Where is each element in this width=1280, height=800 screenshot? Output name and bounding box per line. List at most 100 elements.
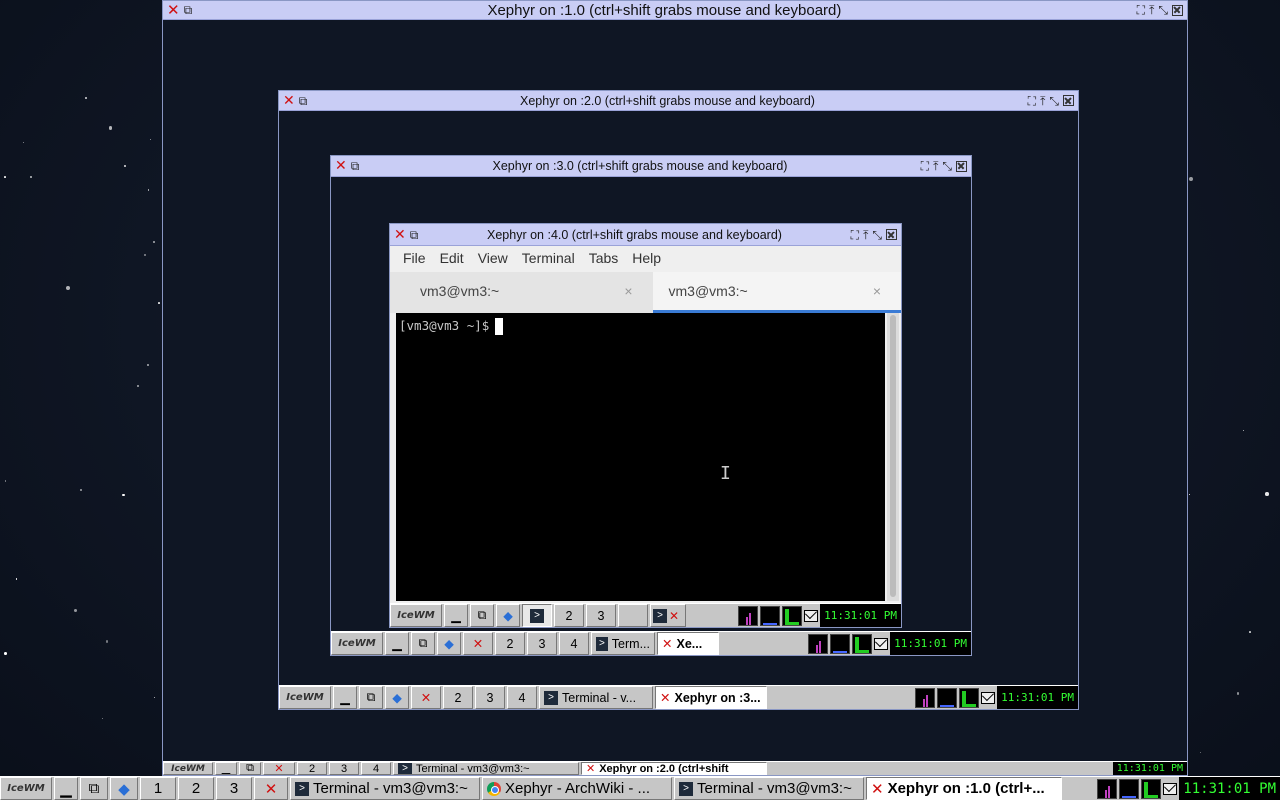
workspace-button-3[interactable]: 3 (329, 762, 359, 775)
workspace-button-4[interactable]: 4 (559, 632, 589, 655)
terminal-output[interactable]: [vm3@vm3 ~]$ (396, 313, 885, 601)
restore-icon[interactable]: ⧉ (184, 4, 193, 16)
xephyr-app-icon[interactable]: ✕ (283, 93, 295, 109)
launcher-icon[interactable]: ◆ (437, 632, 461, 655)
workspace-button-2[interactable]: 2 (495, 632, 525, 655)
xephyr-launcher-button[interactable]: ✕ (411, 686, 441, 709)
window-list-button[interactable]: ⧉ (80, 777, 108, 800)
start-menu-button[interactable]: IceWM (163, 762, 213, 775)
launcher-icon[interactable]: ◆ (496, 604, 520, 627)
tab-close-icon[interactable]: × (624, 283, 632, 299)
clock[interactable]: 11:31:01 PM (820, 604, 901, 627)
xephyr-launcher-button[interactable]: ✕ (463, 632, 493, 655)
start-menu-button[interactable]: IceWM (279, 686, 331, 709)
launcher-icon[interactable]: ◆ (110, 777, 138, 800)
minimize-icon[interactable]: ⤡ (1049, 95, 1059, 107)
workspace-button-3[interactable]: 3 (475, 686, 505, 709)
close-icon[interactable] (1063, 95, 1074, 106)
window-1-titlebar[interactable]: ✕ ⧉ Xephyr on :1.0 (ctrl+shift grabs mou… (163, 1, 1187, 20)
workspace-button-2[interactable]: 2 (297, 762, 327, 775)
workspace-button-2[interactable]: 2 (443, 686, 473, 709)
show-desktop-button[interactable]: ▁ (215, 762, 237, 775)
mail-icon[interactable] (1163, 782, 1178, 795)
clock[interactable]: 11:31:01 PM (1179, 777, 1280, 800)
minimize-icon[interactable]: ⤡ (1158, 4, 1168, 16)
close-icon[interactable] (886, 229, 897, 240)
task-button-terminal-2[interactable]: > Terminal - vm3@vm3:~ (674, 777, 864, 800)
task-button-xephyr[interactable]: ✕ Xephyr on :1.0 (ctrl+... (866, 777, 1062, 800)
terminal-scrollbar[interactable] (887, 313, 899, 601)
fullscreen-icon[interactable]: ⛶ (1028, 95, 1036, 107)
fullscreen-icon[interactable]: ⛶ (851, 229, 859, 241)
workspace-button-2[interactable]: 2 (178, 777, 214, 800)
terminal-tab-1[interactable]: vm3@vm3:~ × (390, 272, 653, 313)
raise-icon[interactable]: ⤒ (863, 229, 868, 241)
task-button-browser[interactable]: Xephyr - ArchWiki - ... (482, 777, 672, 800)
terminal-launcher-button[interactable]: > (522, 604, 552, 627)
restore-icon[interactable]: ⧉ (299, 95, 308, 107)
clock[interactable]: 11:31:01 PM (1112, 762, 1187, 775)
fullscreen-icon[interactable]: ⛶ (1137, 4, 1145, 16)
mail-icon[interactable] (981, 691, 996, 704)
clock[interactable]: 11:31:01 PM (997, 686, 1078, 709)
workspace-button-3[interactable]: 3 (586, 604, 616, 627)
close-icon[interactable] (956, 160, 967, 172)
raise-icon[interactable]: ⤒ (1149, 4, 1154, 16)
xephyr-app-icon[interactable]: ✕ (335, 158, 347, 174)
raise-icon[interactable]: ⤒ (1040, 95, 1045, 107)
workspace-button-3[interactable]: 3 (216, 777, 252, 800)
restore-icon[interactable]: ⧉ (351, 160, 360, 172)
task-button-xephyr[interactable]: ✕ Xephyr on :3... (655, 686, 767, 709)
xephyr-launcher-button[interactable]: ✕ (263, 762, 295, 775)
task-button-xephyr[interactable]: ✕ Xe... (657, 632, 719, 655)
window-3-titlebar[interactable]: ✕ ⧉ Xephyr on :3.0 (ctrl+shift grabs mou… (331, 156, 971, 177)
menu-file[interactable]: File (396, 246, 433, 270)
task-button-terminal[interactable]: > Terminal - v... (539, 686, 653, 709)
workspace-button-4[interactable]: 4 (361, 762, 391, 775)
workspace-button-4[interactable]: 4 (507, 686, 537, 709)
window-list-button[interactable]: ⧉ (239, 762, 261, 775)
terminal-tab-2[interactable]: vm3@vm3:~ × (652, 272, 901, 313)
workspace-empty[interactable] (618, 604, 648, 627)
show-desktop-button[interactable]: ▁ (333, 686, 357, 709)
mail-icon[interactable] (804, 609, 819, 622)
task-button-terminal[interactable]: > Terminal - vm3@vm3:~ (393, 762, 579, 775)
window-list-button[interactable]: ⧉ (470, 604, 494, 627)
task-button-terminal-1[interactable]: > Terminal - vm3@vm3:~ (290, 777, 480, 800)
workspace-button-2[interactable]: 2 (554, 604, 584, 627)
window-2-titlebar[interactable]: ✕ ⧉ Xephyr on :2.0 (ctrl+shift grabs mou… (279, 91, 1078, 111)
fullscreen-icon[interactable]: ⛶ (921, 160, 929, 172)
xephyr-app-icon[interactable]: ✕ (394, 227, 406, 243)
launcher-icon[interactable]: ◆ (385, 686, 409, 709)
task-button-xephyr[interactable]: ✕ Xephyr on :2.0 (ctrl+shift (581, 762, 767, 775)
menu-edit[interactable]: Edit (433, 246, 471, 270)
task-button-terminal[interactable]: > Term... (591, 632, 655, 655)
show-desktop-button[interactable]: ▁ (54, 777, 78, 800)
workspace-button-3[interactable]: 3 (527, 632, 557, 655)
restore-icon[interactable]: ⧉ (410, 229, 419, 241)
mail-icon[interactable] (874, 637, 889, 650)
menu-help[interactable]: Help (625, 246, 668, 270)
workspace-button-1[interactable]: 1 (140, 777, 176, 800)
window-list-button[interactable]: ⧉ (359, 686, 383, 709)
show-desktop-button[interactable]: ▁ (444, 604, 468, 627)
xephyr-app-icon[interactable]: ✕ (167, 1, 180, 19)
show-desktop-button[interactable]: ▁ (385, 632, 409, 655)
minimize-icon[interactable]: ⤡ (872, 229, 882, 241)
menu-tabs[interactable]: Tabs (582, 246, 626, 270)
scrollbar-thumb[interactable] (890, 315, 896, 597)
xephyr-launcher-button[interactable]: ✕ (254, 777, 288, 800)
window-list-button[interactable]: ⧉ (411, 632, 435, 655)
menu-terminal[interactable]: Terminal (515, 246, 582, 270)
tab-close-icon[interactable]: × (873, 283, 881, 299)
close-icon[interactable] (1172, 4, 1183, 16)
minimize-icon[interactable]: ⤡ (942, 160, 952, 172)
start-menu-button[interactable]: IceWM (390, 604, 442, 627)
task-button-terminal[interactable]: > ✕ (650, 604, 686, 627)
start-menu-button[interactable]: IceWM (331, 632, 383, 655)
window-4-titlebar[interactable]: ✕ ⧉ Xephyr on :4.0 (ctrl+shift grabs mou… (390, 224, 901, 246)
raise-icon[interactable]: ⤒ (933, 160, 938, 172)
menu-view[interactable]: View (471, 246, 515, 270)
start-menu-button[interactable]: IceWM (0, 777, 52, 800)
clock[interactable]: 11:31:01 PM (890, 632, 971, 655)
